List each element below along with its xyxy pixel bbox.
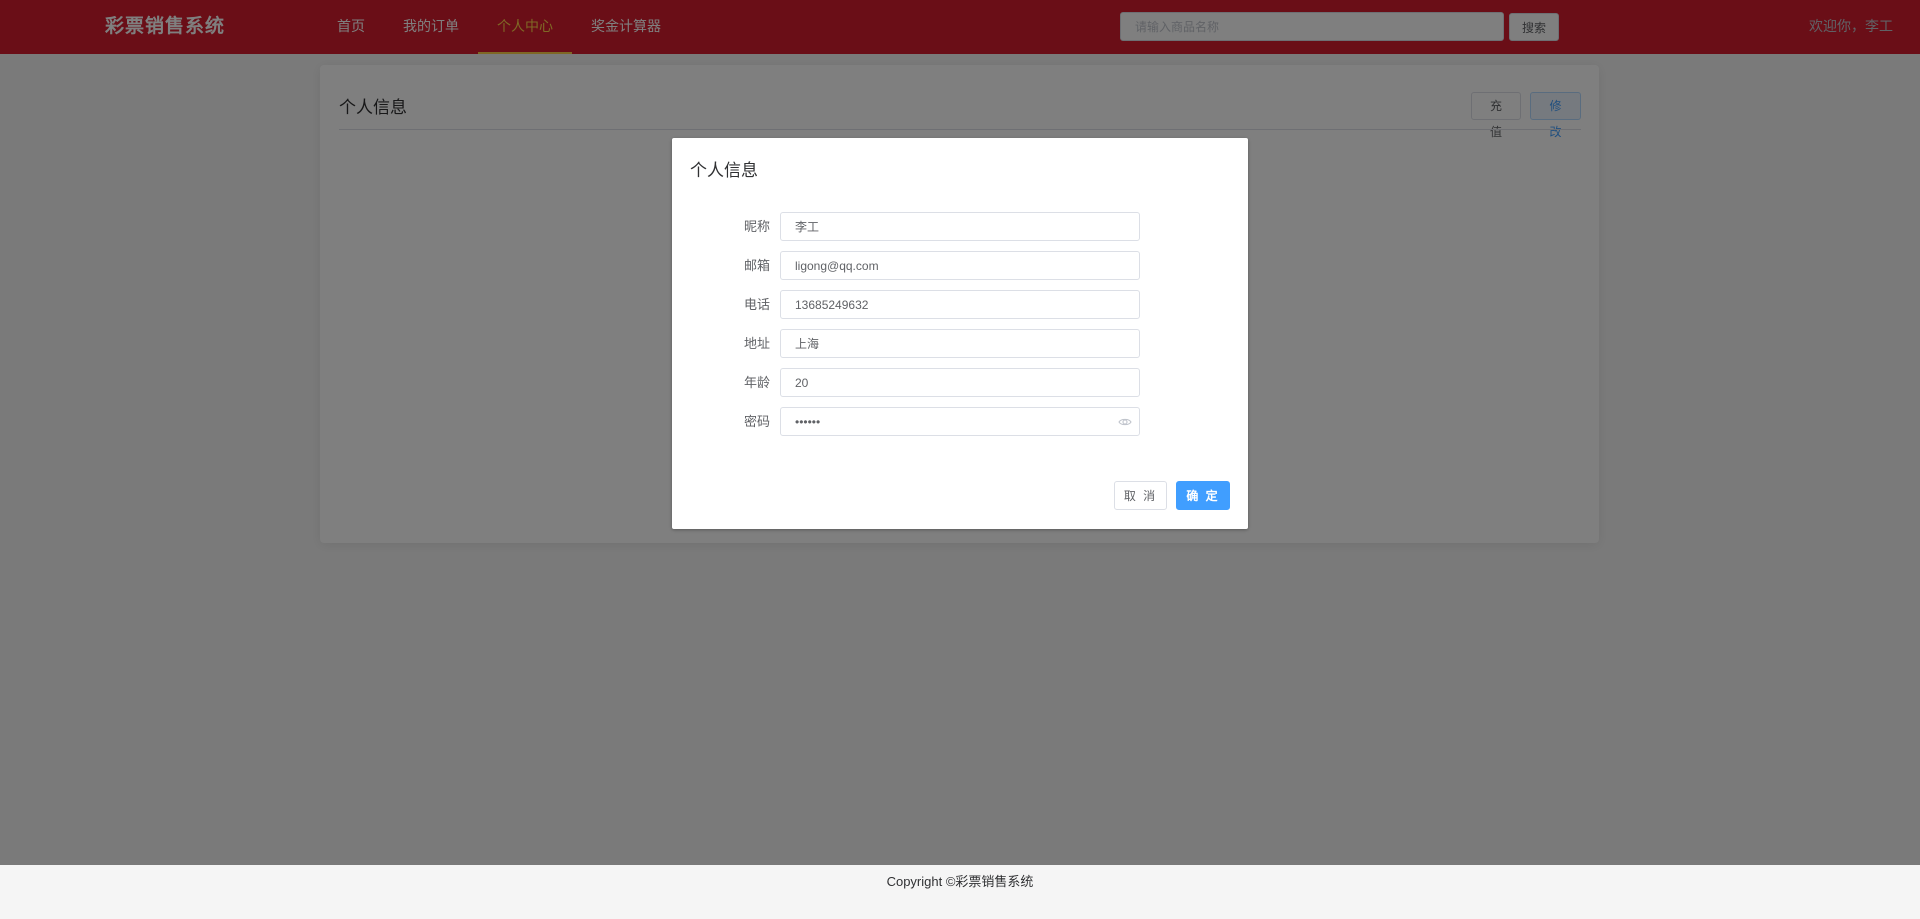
profile-dialog: 个人信息 昵称 邮箱 电话 地址 年龄 密码 — [672, 138, 1248, 529]
copyright-text: Copyright ©彩票销售系统 — [886, 874, 1034, 889]
confirm-button[interactable]: 确 定 — [1176, 481, 1230, 510]
password-label: 密码 — [743, 414, 770, 429]
form-row-nickname: 昵称 — [672, 212, 1248, 251]
nickname-field[interactable] — [780, 212, 1140, 241]
email-field[interactable] — [780, 251, 1140, 280]
address-label: 地址 — [743, 336, 770, 351]
age-label: 年龄 — [743, 375, 770, 390]
email-label: 邮箱 — [743, 258, 770, 273]
password-field[interactable] — [780, 407, 1140, 436]
footer: Copyright ©彩票销售系统 — [0, 865, 1920, 919]
form-row-age: 年龄 — [672, 368, 1248, 407]
form-row-email: 邮箱 — [672, 251, 1248, 290]
phone-label: 电话 — [743, 297, 770, 312]
dialog-footer: 取 消 确 定 — [1114, 481, 1230, 510]
nickname-label: 昵称 — [743, 219, 770, 234]
address-field[interactable] — [780, 329, 1140, 358]
cancel-button[interactable]: 取 消 — [1114, 481, 1167, 510]
form-row-phone: 电话 — [672, 290, 1248, 329]
eye-icon[interactable] — [1118, 415, 1132, 429]
age-field[interactable] — [780, 368, 1140, 397]
phone-field[interactable] — [780, 290, 1140, 319]
form-row-password: 密码 — [672, 407, 1248, 446]
profile-form: 昵称 邮箱 电话 地址 年龄 密码 — [672, 212, 1248, 446]
form-row-address: 地址 — [672, 329, 1248, 368]
dialog-title: 个人信息 — [690, 161, 758, 180]
